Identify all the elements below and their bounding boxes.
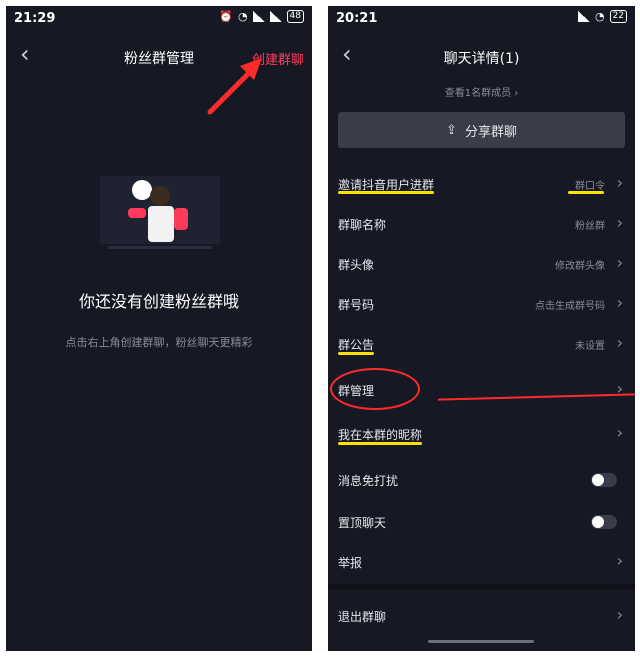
- chevron-right-icon: ›: [616, 551, 623, 570]
- share-arrow-icon: ⇪: [446, 122, 457, 138]
- chevron-right-icon: ›: [616, 293, 623, 312]
- pin-toggle[interactable]: [591, 515, 617, 529]
- section-divider: [328, 584, 635, 590]
- status-bar: 20:21 ◔ 22: [328, 6, 635, 34]
- battery-icon: 22: [609, 10, 627, 23]
- share-label: 分享群聊: [464, 124, 517, 140]
- signal-icon: [577, 11, 590, 22]
- fan-group-screen: 21:29 ⏰ ◔ 48 ‹ 粉丝群管理 创建群聊 你还没有创建粉丝群哦 点击右…: [6, 6, 312, 651]
- status-icons: ◔ 22: [577, 10, 627, 23]
- row-group-number[interactable]: 群号码 点击生成群号码 ›: [328, 284, 635, 324]
- empty-subtitle: 点击右上角创建群聊，粉丝聊天更精彩: [65, 336, 253, 349]
- nav-bar: ‹ 聊天详情(1): [328, 34, 635, 78]
- chevron-right-icon: ›: [616, 213, 623, 232]
- row-announcement[interactable]: 群公告 未设置 ›: [328, 324, 635, 364]
- annotation-arrow-icon: [207, 58, 262, 115]
- chevron-right-icon: ›: [616, 173, 623, 192]
- row-value: 群口令: [575, 181, 605, 192]
- chat-detail-screen: 20:21 ◔ 22 ‹ 聊天详情(1) 查看1名群成员 › ⇪ 分享群聊 邀请…: [328, 6, 635, 651]
- chevron-right-icon: ›: [616, 605, 623, 624]
- highlight-underline: [568, 191, 604, 194]
- empty-state-illustration: [100, 176, 220, 249]
- row-label: 群聊名称: [338, 218, 387, 232]
- row-pin-chat: 置顶聊天: [328, 502, 635, 542]
- page-title: 聊天详情(1): [443, 51, 520, 67]
- row-value: 点击生成群号码: [535, 301, 605, 312]
- row-invite-users[interactable]: 邀请抖音用户进群 群口令 ›: [328, 164, 635, 204]
- mute-toggle[interactable]: [591, 473, 617, 487]
- row-value: 修改群头像: [555, 261, 605, 272]
- row-do-not-disturb: 消息免打扰: [328, 460, 635, 500]
- annotation-circle: [330, 368, 420, 410]
- row-label: 置顶聊天: [338, 516, 387, 530]
- view-members-link[interactable]: 查看1名群成员 ›: [328, 84, 635, 99]
- chevron-right-icon: ›: [616, 333, 623, 352]
- status-time: 20:21: [336, 11, 378, 26]
- chevron-right-icon: ›: [616, 253, 623, 272]
- row-label: 群头像: [338, 258, 375, 272]
- share-group-button[interactable]: ⇪ 分享群聊: [338, 112, 625, 148]
- row-my-nickname[interactable]: 我在本群的昵称 ›: [328, 414, 635, 454]
- row-report[interactable]: 举报 ›: [328, 542, 635, 582]
- row-label: 群号码: [338, 298, 375, 312]
- highlight-underline: [338, 352, 374, 355]
- empty-title: 你还没有创建粉丝群哦: [78, 292, 239, 311]
- row-label: 我在本群的昵称: [338, 428, 423, 442]
- row-value: 粉丝群: [575, 221, 605, 232]
- highlight-underline: [338, 442, 422, 445]
- home-indicator: [428, 640, 534, 643]
- chevron-right-icon: ›: [616, 423, 623, 442]
- row-value: 未设置: [575, 341, 605, 352]
- row-leave-group[interactable]: 退出群聊 ›: [328, 596, 635, 636]
- wifi-icon: ◔: [594, 10, 605, 23]
- row-group-avatar[interactable]: 群头像 修改群头像 ›: [328, 244, 635, 284]
- row-label: 举报: [338, 556, 363, 570]
- row-label: 群公告: [338, 338, 375, 352]
- row-label: 消息免打扰: [338, 474, 399, 488]
- row-label: 退出群聊: [338, 610, 387, 624]
- row-group-name[interactable]: 群聊名称 粉丝群 ›: [328, 204, 635, 244]
- highlight-underline: [338, 191, 434, 194]
